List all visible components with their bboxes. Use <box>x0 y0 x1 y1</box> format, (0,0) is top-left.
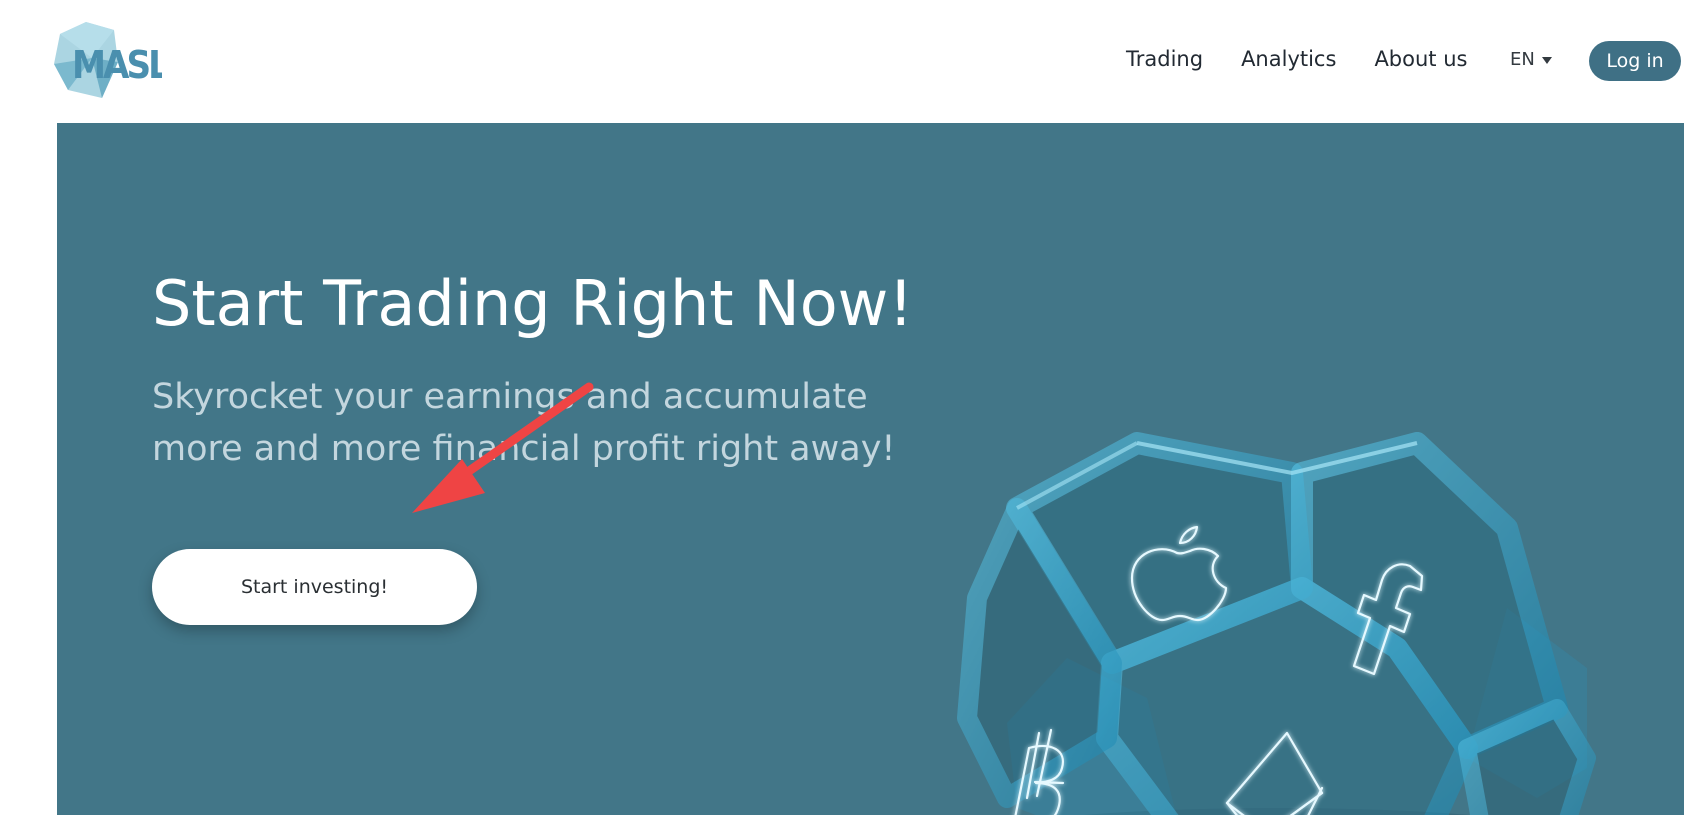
main-nav: Trading Analytics About us <box>1126 44 1467 74</box>
language-label: EN <box>1510 49 1535 70</box>
masl-logo-graphic: MASL <box>54 22 162 98</box>
login-button[interactable]: Log in <box>1589 41 1681 81</box>
caret-down-icon <box>1541 56 1552 64</box>
site-header: MASL Trading Analytics About us EN Log i… <box>0 0 1703 123</box>
crypto-dodecahedron-illustration <box>957 432 1596 815</box>
hero-title: Start Trading Right Now! <box>152 267 914 340</box>
start-investing-button[interactable]: Start investing! <box>152 549 477 625</box>
page-bottom-strip <box>0 815 1703 829</box>
nav-trading[interactable]: Trading <box>1126 44 1203 74</box>
nav-about-us[interactable]: About us <box>1374 44 1467 74</box>
nav-analytics[interactable]: Analytics <box>1241 44 1336 74</box>
language-selector[interactable]: EN <box>1510 46 1552 74</box>
masl-logo[interactable]: MASL <box>52 20 162 100</box>
hero-banner: Start Trading Right Now! Skyrocket your … <box>57 123 1684 815</box>
logo-text: MASL <box>72 43 162 87</box>
hero-subtitle: Skyrocket your earnings and accumulate m… <box>152 377 896 469</box>
